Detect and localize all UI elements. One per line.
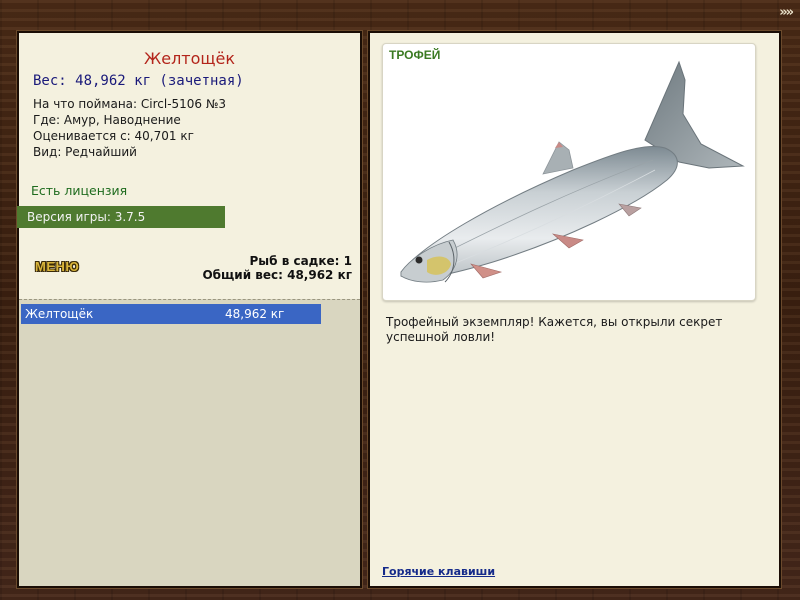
- fish-photo-card: ТРОФЕЙ: [382, 43, 756, 301]
- list-item-name: Желтощёк: [25, 307, 94, 321]
- menu-button[interactable]: МЕНЮ: [35, 259, 79, 274]
- fish-weight: Вес: 48,962 кг (зачетная): [33, 73, 244, 89]
- keepnet-total-weight: Общий вес: 48,962 кг: [202, 268, 352, 282]
- hotkeys-link[interactable]: Горячие клавиши: [382, 565, 495, 578]
- game-version-bar: Версия игры: 3.7.5: [17, 206, 225, 228]
- bait-info: На что поймана: Circl-5106 №3: [33, 97, 226, 111]
- license-status: Есть лицензия: [31, 183, 128, 198]
- keepnet-fish-count: Рыб в садке: 1: [249, 254, 353, 268]
- catch-list: Желтощёк 48,962 кг: [19, 299, 360, 586]
- rarity-info: Вид: Редчайший: [33, 145, 137, 159]
- list-item-weight: 48,962 кг: [225, 307, 285, 321]
- trophy-panel: ТРОФЕЙ Трофейный экземпляр! Кажется, вы …: [368, 31, 781, 588]
- next-arrows-icon[interactable]: »»: [779, 5, 794, 20]
- fish-info-panel: Желтощёк Вес: 48,962 кг (зачетная) На чт…: [17, 31, 362, 588]
- fish-image: [400, 60, 745, 283]
- valuation-info: Оценивается с: 40,701 кг: [33, 129, 194, 143]
- location-info: Где: Амур, Наводнение: [33, 113, 181, 127]
- keepnet-summary: Рыб в садке: 1 Общий вес: 48,962 кг: [202, 254, 352, 282]
- trophy-description: Трофейный экземпляр! Кажется, вы открыли…: [386, 315, 723, 344]
- fish-name-title: Желтощёк: [144, 49, 235, 68]
- list-item[interactable]: Желтощёк 48,962 кг: [21, 304, 321, 324]
